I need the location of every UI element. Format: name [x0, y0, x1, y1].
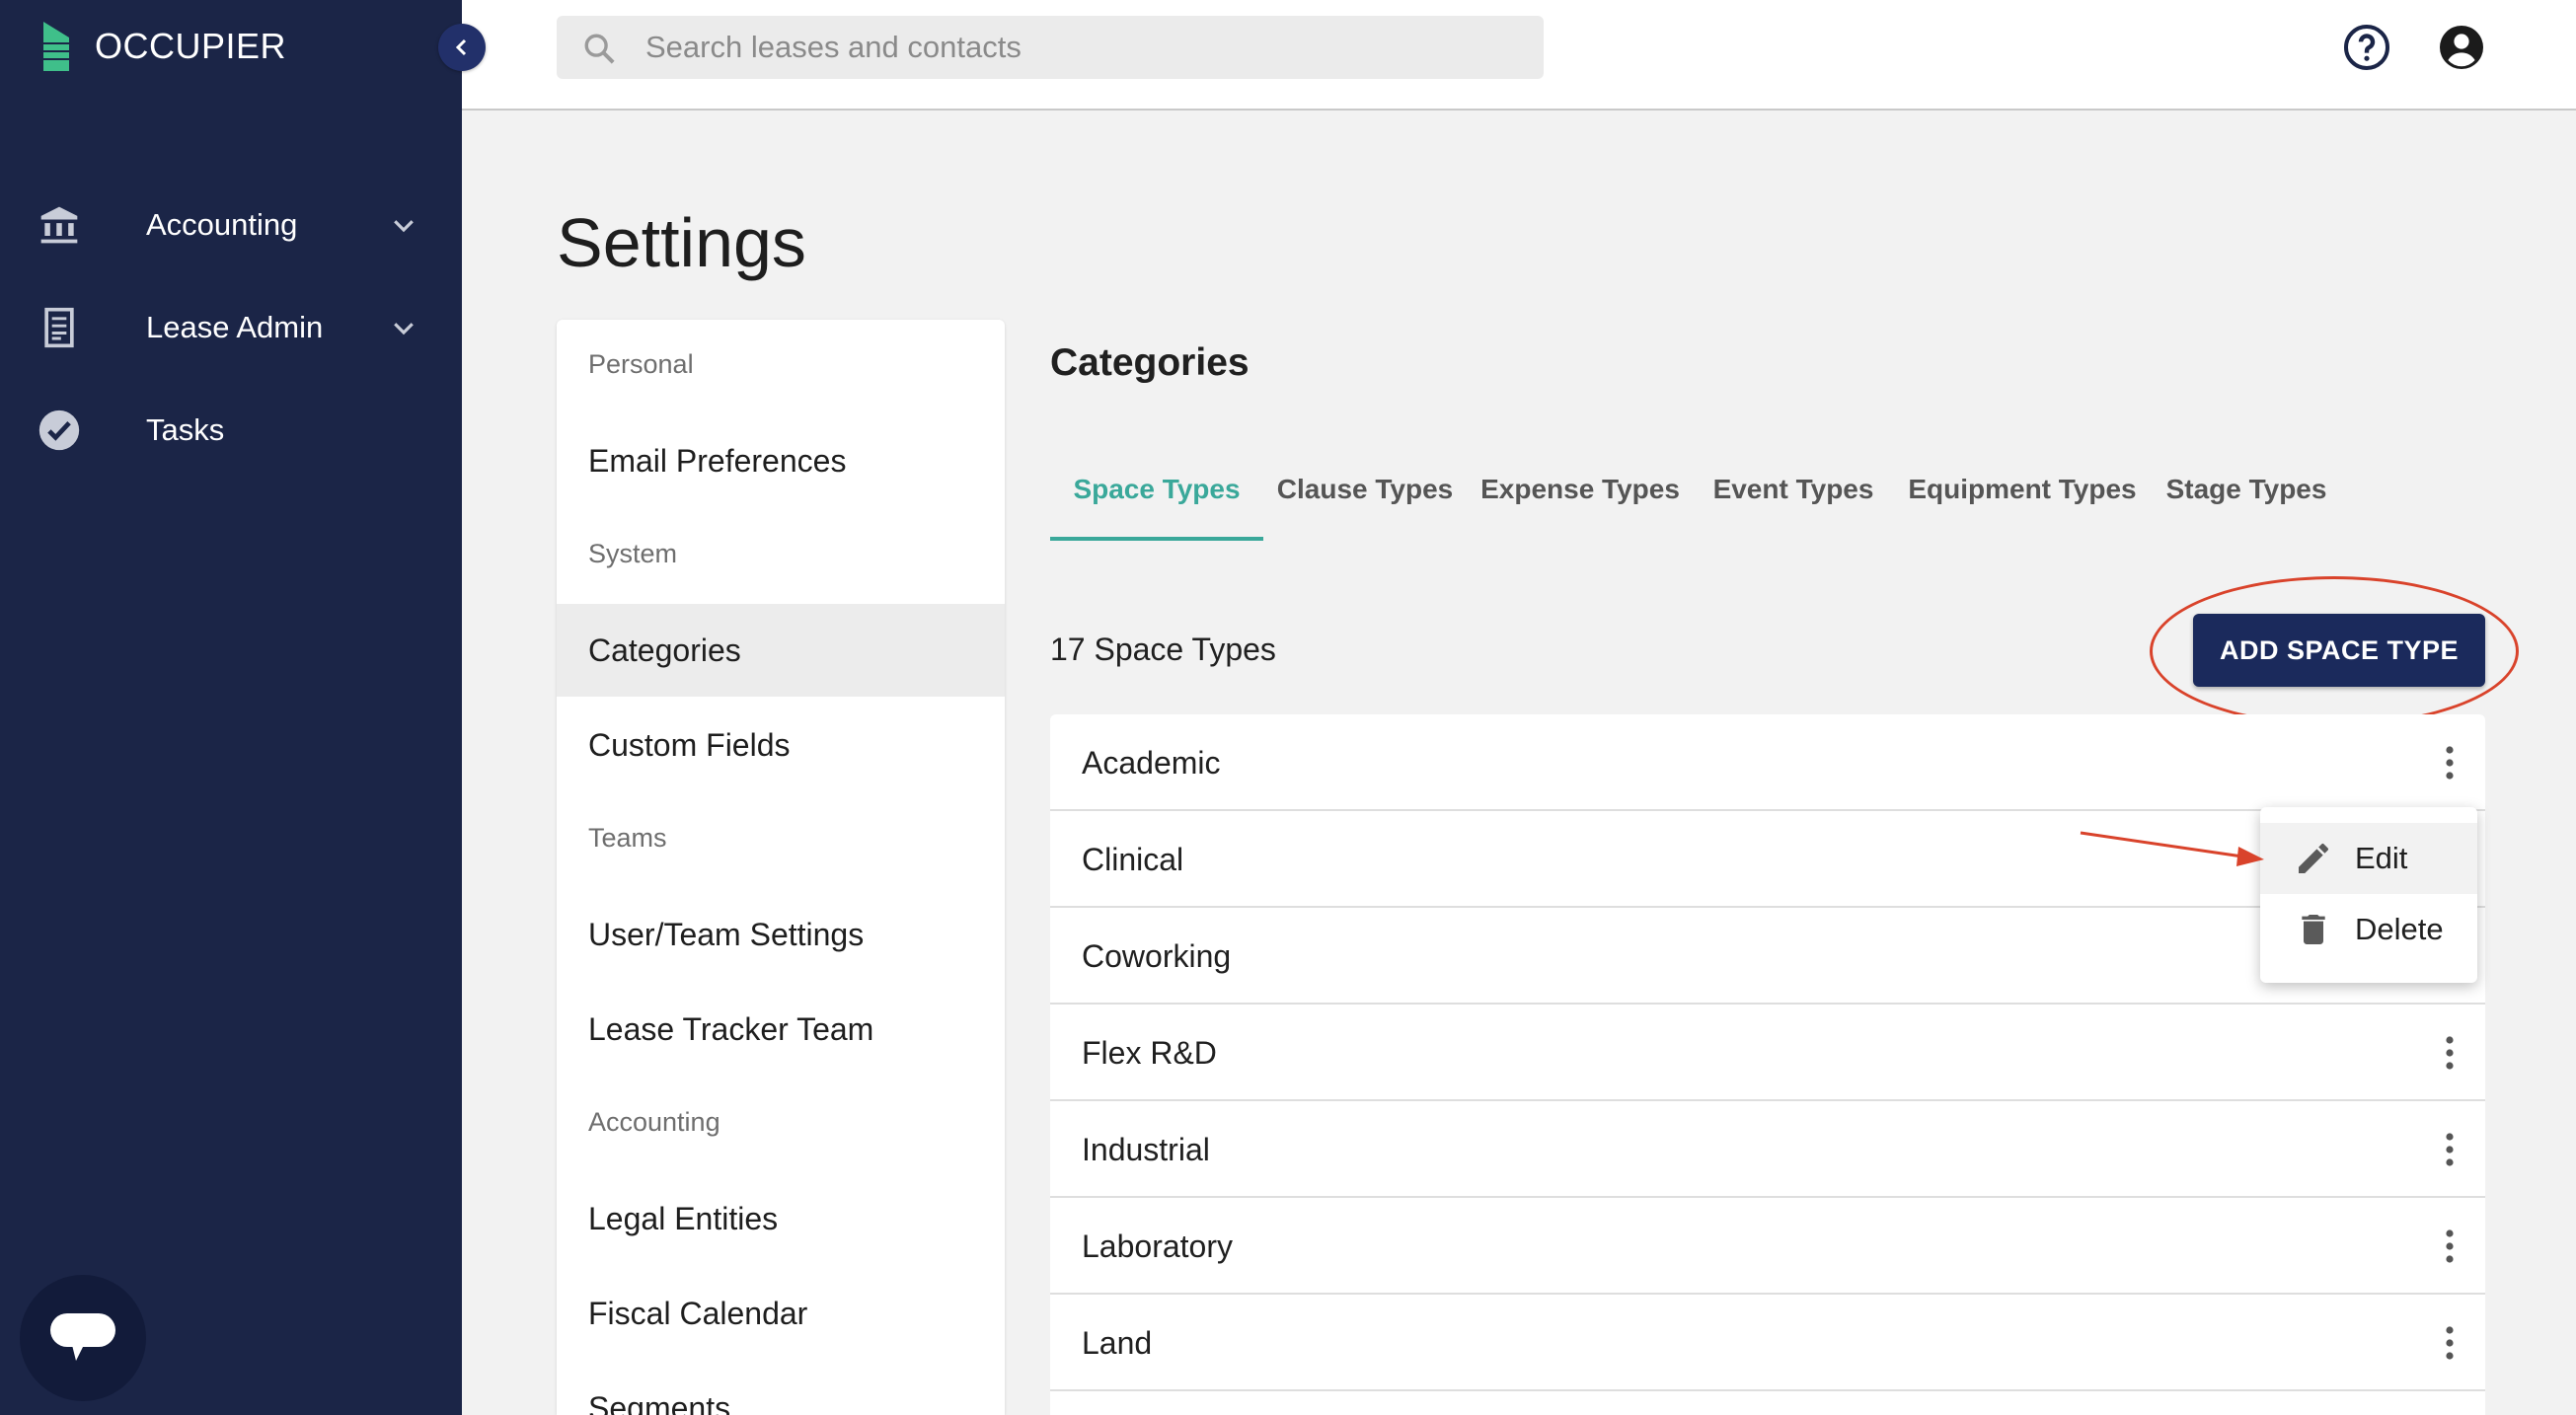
chevron-down-icon[interactable]	[389, 313, 418, 342]
document-icon	[38, 306, 81, 349]
brand-name: OCCUPIER	[95, 26, 287, 66]
menu-item-label: Edit	[2355, 841, 2408, 875]
logo[interactable]: OCCUPIER	[39, 22, 286, 71]
space-type-count: 17 Space Types	[1050, 632, 1276, 667]
list-item-label: Flex R&D	[1082, 1034, 1217, 1071]
row-context-menu: Edit Delete	[2260, 807, 2477, 983]
menu-link-segments[interactable]: Segments	[557, 1362, 1005, 1415]
tab-clause-types[interactable]: Clause Types	[1269, 460, 1461, 541]
tab-space-types[interactable]: Space Types	[1050, 460, 1263, 541]
list-item-label: Academic	[1082, 744, 1221, 781]
menu-item-label: Delete	[2355, 912, 2444, 946]
section-title: Categories	[1050, 341, 1250, 384]
logo-mark-icon	[43, 22, 69, 71]
top-bar	[462, 0, 2576, 111]
edit-menu-item[interactable]: Edit	[2260, 823, 2477, 894]
list-item: Laboratory	[1050, 1198, 2485, 1295]
search-icon	[584, 34, 615, 64]
page-title: Settings	[557, 204, 806, 281]
list-item: Academic	[1050, 714, 2485, 811]
more-vert-icon[interactable]	[2426, 739, 2473, 786]
tab-expense-types[interactable]: Expense Types	[1471, 460, 1690, 541]
check-circle-icon	[38, 409, 81, 452]
menu-link-lease-tracker-team[interactable]: Lease Tracker Team	[557, 983, 1005, 1076]
list-item-label: Clinical	[1082, 841, 1184, 877]
menu-section-heading: Accounting	[588, 1107, 720, 1137]
search-input[interactable]	[645, 16, 1514, 79]
trash-icon	[2302, 915, 2325, 944]
menu-section-heading: Teams	[588, 823, 667, 853]
list-item-label: Land	[1082, 1324, 1153, 1361]
chevron-left-icon	[455, 38, 467, 56]
sidebar-item-accounting[interactable]: Accounting	[0, 186, 462, 264]
tab-event-types[interactable]: Event Types	[1700, 460, 1887, 541]
menu-section-heading: System	[588, 539, 678, 568]
delete-menu-item[interactable]: Delete	[2260, 894, 2477, 965]
sidebar: OCCUPIER Accounting Lease Admin Tasks	[0, 0, 462, 1415]
sidebar-item-label: Lease Admin	[146, 310, 324, 344]
more-vert-icon[interactable]	[2426, 1223, 2473, 1270]
settings-menu: Personal Email Preferences System Catego…	[557, 320, 1005, 1415]
chat-icon	[50, 1313, 115, 1361]
chat-button[interactable]	[20, 1275, 146, 1401]
search-box[interactable]	[557, 16, 1544, 79]
list-item: Land	[1050, 1295, 2485, 1391]
help-icon[interactable]	[2343, 24, 2390, 71]
list-item-label: Industrial	[1082, 1131, 1210, 1167]
sidebar-item-lease-admin[interactable]: Lease Admin	[0, 288, 462, 367]
list-item-label: Laboratory	[1082, 1228, 1233, 1264]
highlight-circle	[2150, 576, 2519, 726]
collapse-sidebar-button[interactable]	[438, 24, 486, 71]
chevron-down-icon[interactable]	[389, 210, 418, 240]
annotation-arrow-icon	[2080, 831, 2264, 866]
menu-link-user-team-settings[interactable]: User/Team Settings	[557, 888, 1005, 981]
menu-link-categories[interactable]: Categories	[557, 604, 1005, 697]
tab-stage-types[interactable]: Stage Types	[2158, 460, 2335, 541]
menu-section-heading: Personal	[588, 349, 694, 379]
sidebar-item-label: Accounting	[146, 207, 298, 242]
sidebar-item-label: Tasks	[146, 412, 225, 447]
pencil-icon	[2299, 843, 2328, 873]
more-vert-icon[interactable]	[2426, 1029, 2473, 1077]
sidebar-item-tasks[interactable]: Tasks	[0, 391, 462, 470]
menu-link-fiscal-calendar[interactable]: Fiscal Calendar	[557, 1267, 1005, 1360]
list-item-label: Coworking	[1082, 937, 1232, 974]
menu-link-email-preferences[interactable]: Email Preferences	[557, 414, 1005, 507]
tab-equipment-types[interactable]: Equipment Types	[1897, 460, 2148, 541]
menu-link-legal-entities[interactable]: Legal Entities	[557, 1172, 1005, 1265]
list-item	[1050, 1391, 2485, 1415]
more-vert-icon[interactable]	[2426, 1126, 2473, 1173]
account-icon[interactable]	[2438, 24, 2485, 71]
list-item: Industrial	[1050, 1101, 2485, 1198]
more-vert-icon[interactable]	[2426, 1319, 2473, 1367]
list-item: Flex R&D	[1050, 1005, 2485, 1101]
bank-icon	[38, 203, 81, 247]
menu-link-custom-fields[interactable]: Custom Fields	[557, 699, 1005, 791]
